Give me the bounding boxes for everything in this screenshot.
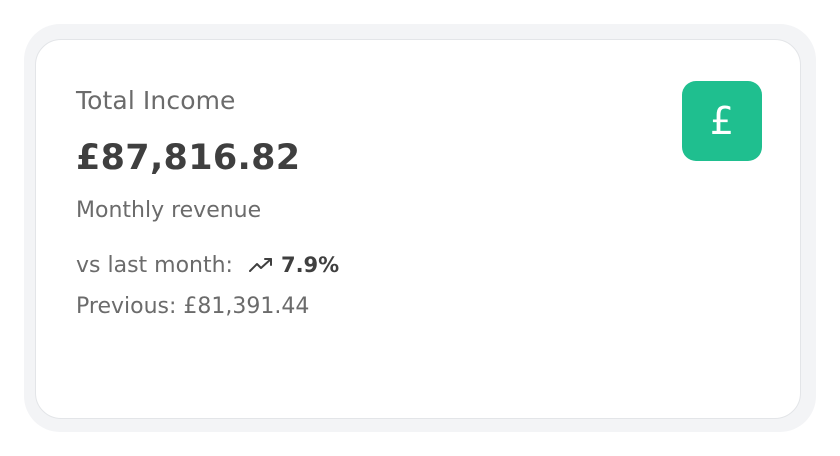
pound-symbol: £: [709, 99, 735, 143]
total-income-card: Total Income £87,816.82 Monthly revenue …: [35, 39, 801, 419]
month-comparison: vs last month: 7.9%: [76, 250, 339, 280]
pound-icon: £: [682, 81, 762, 161]
previous-amount: Previous: £81,391.44: [76, 294, 310, 319]
trending-up-icon: [248, 258, 272, 272]
card-subtitle: Monthly revenue: [76, 198, 262, 223]
comparison-label: vs last month:: [76, 252, 233, 278]
trend-percentage: 7.9%: [280, 253, 340, 277]
card-title: Total Income: [76, 86, 236, 115]
income-amount: £87,816.82: [76, 138, 301, 178]
